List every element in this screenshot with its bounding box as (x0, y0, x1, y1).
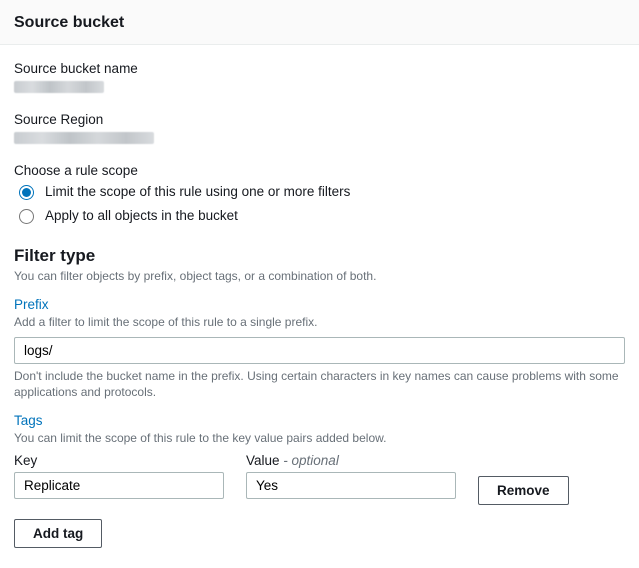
tag-key-header: Key (14, 453, 224, 468)
prefix-helper: Add a filter to limit the scope of this … (14, 314, 625, 331)
rule-scope-option-filtered-label: Limit the scope of this rule using one o… (45, 184, 350, 199)
source-region-value (14, 132, 154, 144)
source-bucket-name-value (14, 81, 104, 93)
tag-key-input[interactable] (14, 472, 224, 499)
tag-value-input[interactable] (246, 472, 456, 499)
prefix-hint: Don't include the bucket name in the pre… (14, 368, 625, 402)
remove-tag-button[interactable]: Remove (478, 476, 569, 505)
tags-helper: You can limit the scope of this rule to … (14, 430, 625, 447)
source-bucket-name-label: Source bucket name (14, 61, 625, 76)
rule-scope-group: Choose a rule scope Limit the scope of t… (14, 163, 625, 224)
tag-value-col: Value - optional (246, 453, 456, 499)
panel-title: Source bucket (14, 14, 625, 32)
rule-scope-option-all[interactable]: Apply to all objects in the bucket (14, 206, 625, 224)
tag-row: Key Value - optional Remove (14, 453, 625, 505)
tags-label: Tags (14, 413, 625, 428)
tag-value-header: Value - optional (246, 453, 456, 468)
rule-scope-radio-all[interactable] (19, 209, 34, 224)
filter-type-helper: You can filter objects by prefix, object… (14, 268, 625, 285)
source-region-label: Source Region (14, 112, 625, 127)
panel-header: Source bucket (0, 0, 639, 45)
filter-type-heading: Filter type (14, 246, 625, 266)
prefix-input[interactable] (14, 337, 625, 364)
rule-scope-label: Choose a rule scope (14, 163, 625, 178)
source-bucket-name-block: Source bucket name (14, 61, 625, 96)
add-tag-button[interactable]: Add tag (14, 519, 102, 548)
rule-scope-option-filtered[interactable]: Limit the scope of this rule using one o… (14, 182, 625, 200)
tag-key-col: Key (14, 453, 224, 499)
rule-scope-radio-filtered[interactable] (19, 185, 34, 200)
source-region-block: Source Region (14, 112, 625, 147)
rule-scope-option-all-label: Apply to all objects in the bucket (45, 208, 238, 223)
prefix-label: Prefix (14, 297, 625, 312)
